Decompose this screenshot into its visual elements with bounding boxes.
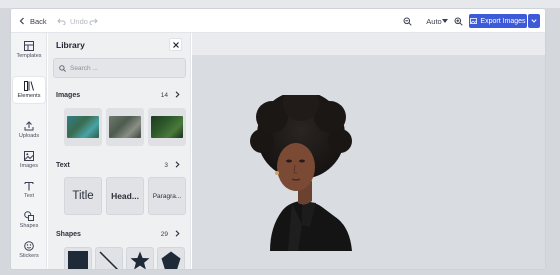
text-preset-label: Paragra... [152, 192, 182, 200]
browser-top-strip [0, 0, 560, 8]
export-options-button[interactable] [528, 14, 540, 28]
image-thumbnail[interactable] [64, 108, 102, 146]
section-count: 3 [164, 161, 168, 169]
rail-label: Images [19, 163, 39, 169]
image-thumbnail[interactable] [106, 108, 144, 146]
rail-label: Shapes [19, 223, 39, 229]
thumbnail-image [109, 116, 141, 138]
top-toolbar: Back Undo Auto Export Images [11, 9, 545, 33]
stickers-icon [24, 241, 34, 251]
square-icon [68, 251, 88, 269]
elements-icon [24, 81, 34, 91]
export-label: Export Images [480, 17, 526, 25]
zoom-out-button[interactable] [403, 14, 412, 28]
text-preset-label: Head... [111, 191, 139, 201]
thumbnail-image [67, 116, 99, 138]
library-panel: Library Images 14 Text 3 Title [48, 33, 191, 269]
chevron-left-icon [19, 17, 24, 25]
pentagon-icon [161, 251, 181, 269]
zoom-in-icon [454, 17, 463, 26]
text-preset-heading[interactable]: Head... [106, 177, 144, 215]
back-label: Back [30, 16, 47, 26]
text-preset-title[interactable]: Title [64, 177, 102, 215]
text-section-header[interactable]: Text 3 [56, 160, 180, 170]
undo-button[interactable]: Undo [57, 14, 88, 28]
close-icon [172, 41, 179, 48]
section-title: Images [56, 91, 81, 99]
star-icon [130, 251, 150, 269]
undo-label: Undo [70, 16, 88, 26]
undo-icon [57, 18, 66, 25]
zoom-value: Auto [426, 16, 442, 26]
line-icon [99, 251, 119, 269]
text-icon [24, 181, 34, 191]
rail-item-images[interactable]: Images [13, 147, 45, 173]
chevron-right-icon [175, 230, 180, 237]
zoom-out-icon [403, 17, 412, 26]
editor-window: Back Undo Auto Export Images Templates E… [10, 8, 546, 270]
design-canvas[interactable] [192, 33, 545, 269]
uploads-icon [24, 121, 34, 131]
rail-label: Uploads [18, 133, 40, 139]
image-icon [470, 18, 478, 24]
thumbnail-image [151, 116, 183, 138]
images-section-header[interactable]: Images 14 [56, 90, 180, 100]
search-icon [59, 64, 66, 72]
templates-icon [24, 41, 34, 51]
side-rail: Templates Elements Uploads Images Text S… [11, 33, 47, 269]
text-preset-paragraph[interactable]: Paragra... [148, 177, 186, 215]
section-title: Text [56, 161, 70, 169]
zoom-in-button[interactable] [454, 14, 463, 28]
rail-item-templates[interactable]: Templates [13, 37, 45, 63]
rail-item-elements[interactable]: Elements [13, 77, 45, 103]
search-box[interactable] [53, 58, 186, 78]
shape-line[interactable] [95, 247, 123, 269]
section-count: 29 [160, 230, 168, 238]
portrait-photo[interactable] [248, 95, 354, 251]
rail-label: Elements [17, 93, 41, 99]
shape-pentagon[interactable] [157, 247, 185, 269]
section-count: 14 [160, 91, 168, 99]
canvas-top-band [192, 33, 545, 55]
rail-label: Templates [16, 53, 42, 59]
rail-label: Text [23, 193, 35, 199]
shapes-icon [24, 211, 34, 221]
rail-item-stickers[interactable]: Stickers [13, 237, 45, 263]
export-images-button[interactable]: Export Images [469, 14, 527, 28]
redo-button[interactable] [89, 14, 98, 28]
rail-label: Stickers [19, 253, 39, 259]
chevron-right-icon [175, 91, 180, 98]
panel-title: Library [56, 40, 85, 50]
close-panel-button[interactable] [169, 38, 182, 51]
rail-item-uploads[interactable]: Uploads [13, 117, 45, 143]
rail-item-shapes[interactable]: Shapes [13, 207, 45, 233]
caret-down-icon [442, 19, 448, 23]
rail-item-text[interactable]: Text [13, 177, 45, 203]
images-icon [24, 151, 34, 161]
text-preset-label: Title [72, 190, 94, 202]
shapes-section-header[interactable]: Shapes 29 [56, 229, 180, 239]
chevron-right-icon [175, 161, 180, 168]
redo-icon [89, 18, 98, 25]
chevron-down-icon [531, 19, 537, 23]
back-button[interactable]: Back [19, 14, 47, 28]
image-thumbnail[interactable] [148, 108, 186, 146]
search-input[interactable] [70, 64, 180, 72]
shape-star[interactable] [126, 247, 154, 269]
zoom-dropdown-button[interactable] [442, 14, 448, 28]
section-title: Shapes [56, 230, 81, 238]
shape-square[interactable] [64, 247, 92, 269]
